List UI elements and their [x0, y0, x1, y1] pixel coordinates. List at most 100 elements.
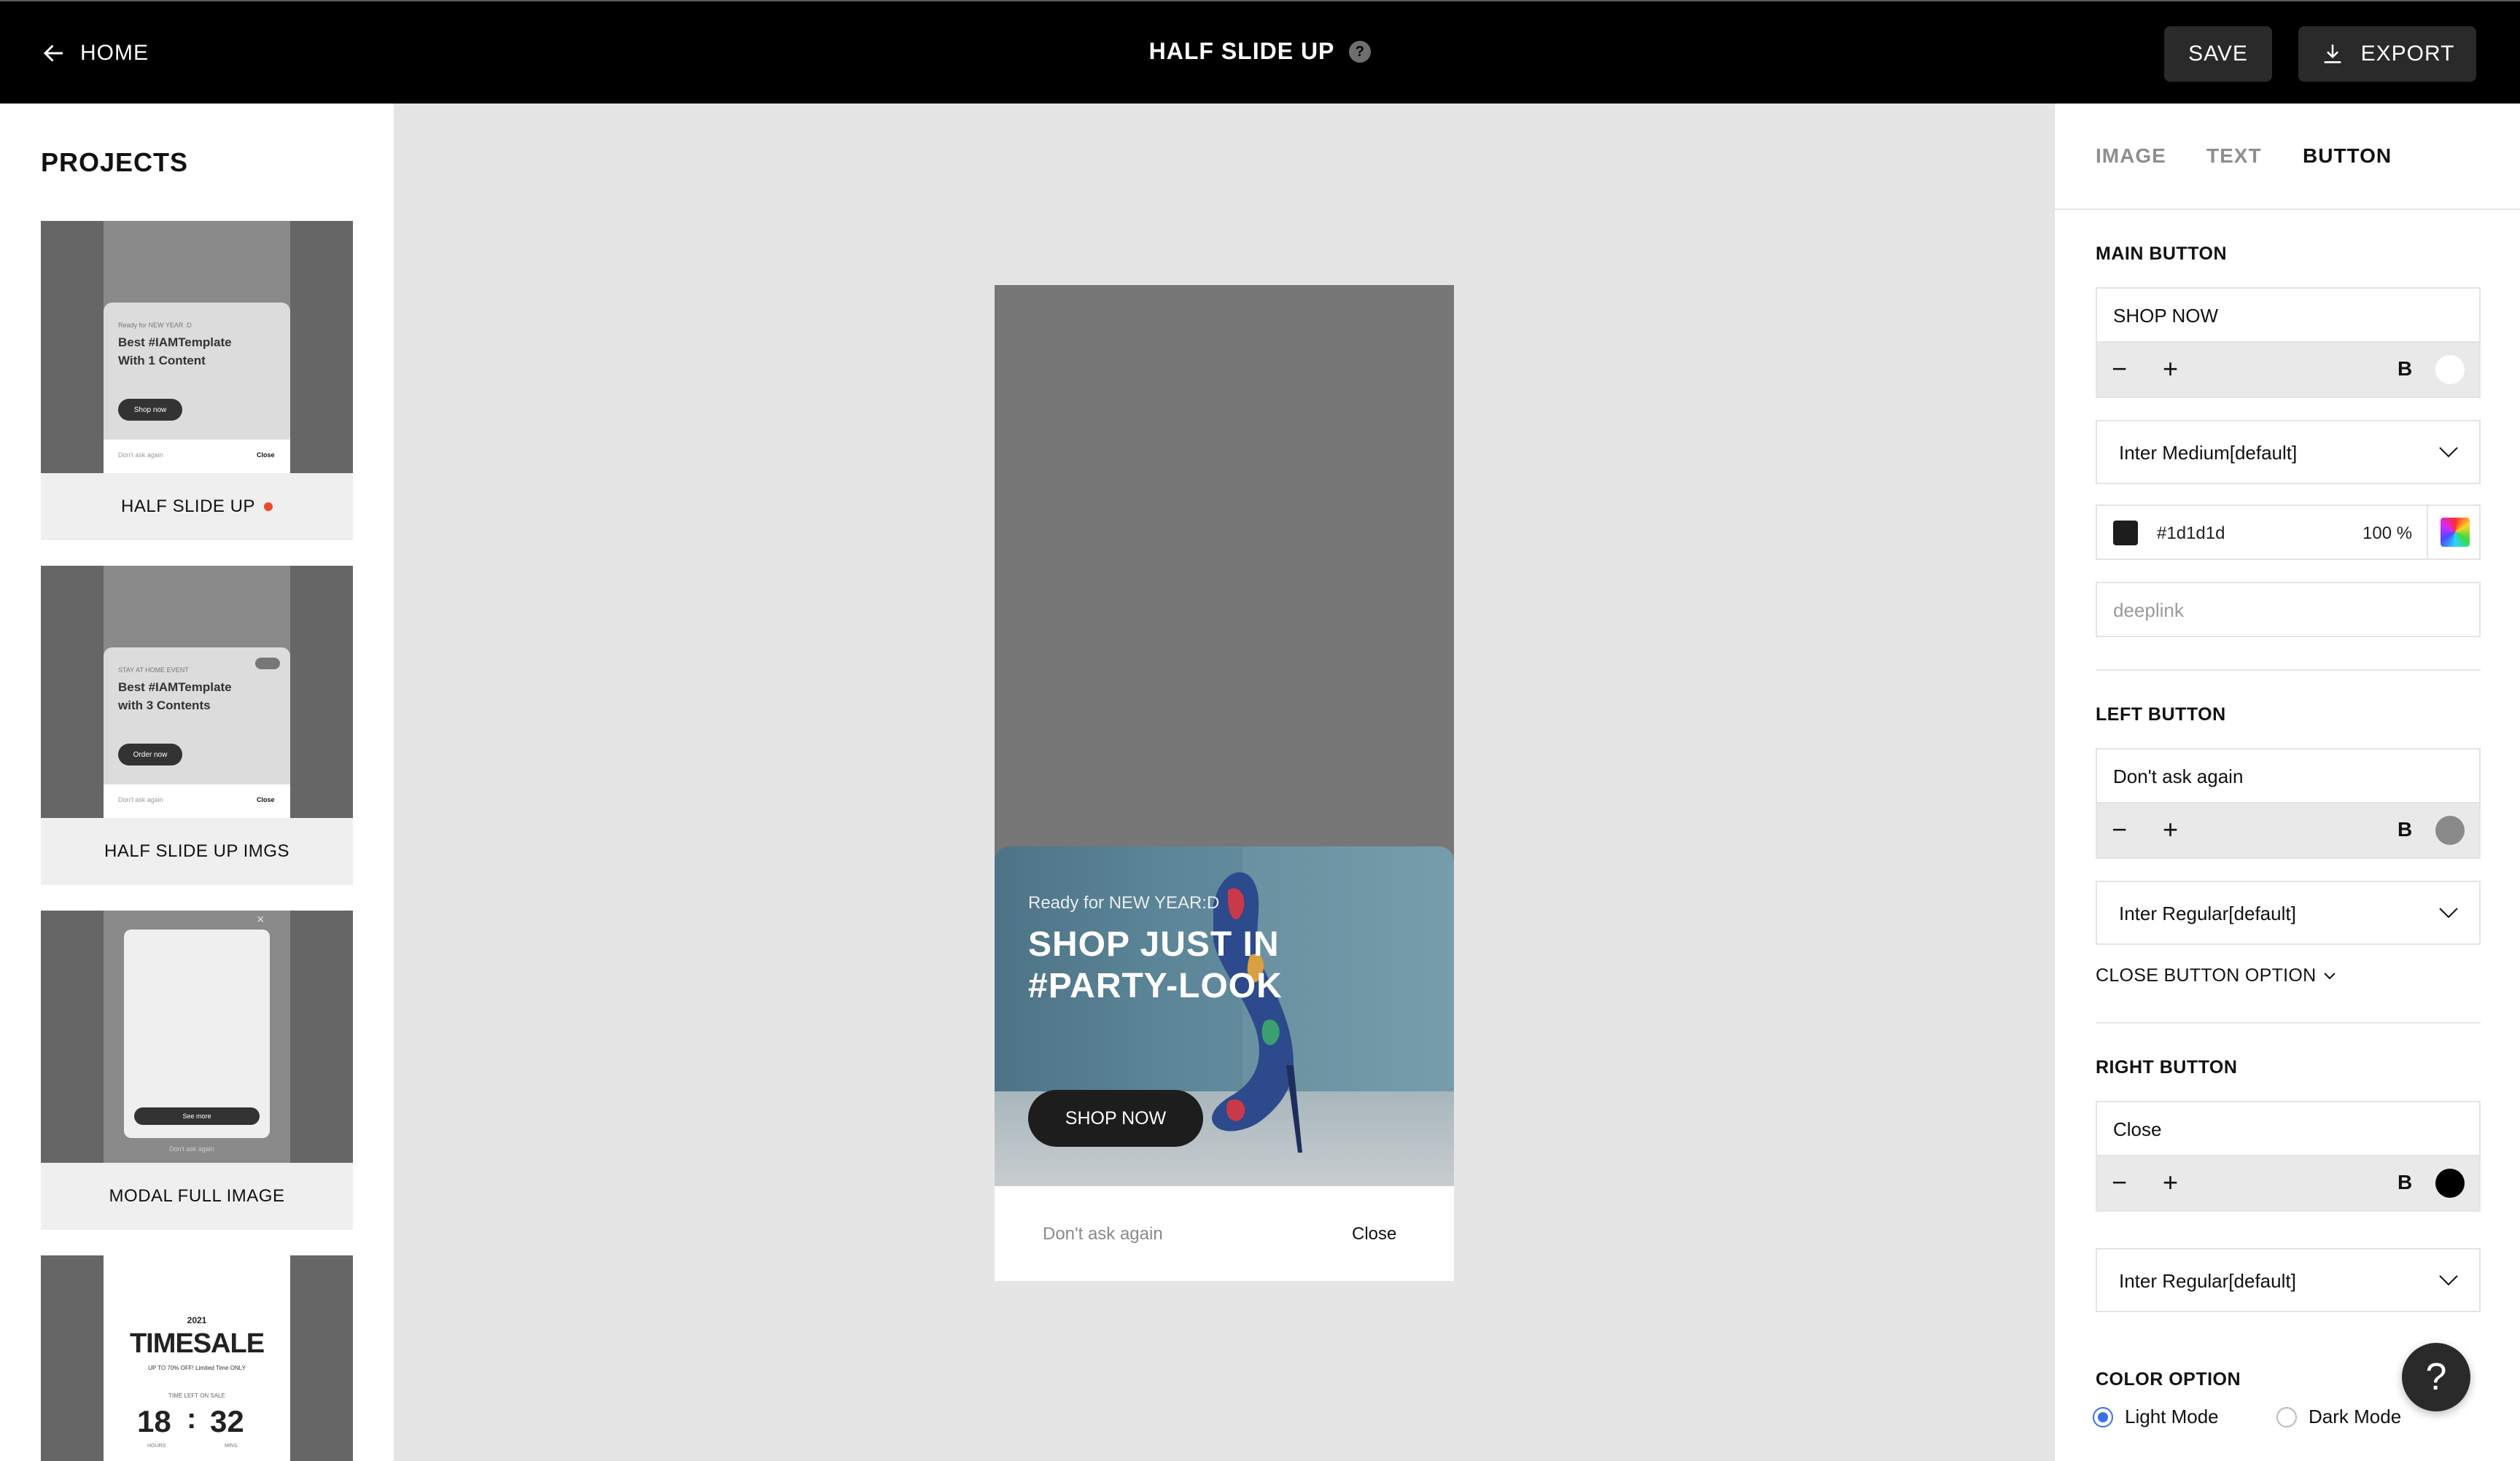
main-button-text-input[interactable]: SHOP NOW — [2096, 287, 2481, 343]
left-button-font-value: Inter Regular[default] — [2119, 903, 2296, 924]
chevron-down-icon — [2439, 908, 2458, 919]
hero-kicker: Ready for NEW YEAR:D — [1028, 893, 1220, 913]
increase-size-icon[interactable]: + — [2163, 815, 2178, 844]
project-label: HALF SLIDE UP — [41, 473, 353, 540]
main-button-font-value: Inter Medium[default] — [2119, 442, 2298, 464]
project-thumbnail: × See more Don't ask again — [41, 911, 353, 1163]
color-option-title: COLOR OPTION — [2096, 1369, 2241, 1390]
preview-footer: Don't ask again Close — [995, 1186, 1454, 1281]
dark-mode-label: Dark Mode — [2309, 1406, 2402, 1427]
projects-sidebar: PROJECTS Ready for NEW YEAR :D Best #IAM… — [0, 104, 394, 1461]
deeplink-placeholder: deeplink — [2113, 599, 2184, 621]
thumb-right-button: Close — [257, 451, 275, 459]
project-thumbnail: Ready for NEW YEAR :D Best #IAMTemplate … — [41, 221, 353, 473]
project-label: MODAL FULL IMAGE — [41, 1163, 353, 1230]
help-fab-button[interactable]: ? — [2402, 1343, 2470, 1411]
left-button-text-input[interactable]: Don't ask again — [2096, 748, 2481, 803]
chevron-down-icon — [2439, 1275, 2458, 1286]
project-card-timesale[interactable]: 2021 TIMESALE UP TO 70% OFF! Limited Tim… — [41, 1255, 353, 1461]
project-label: HALF SLIDE UP IMGS — [41, 818, 353, 885]
text-color-swatch[interactable] — [2435, 1169, 2465, 1198]
projects-title: PROJECTS — [41, 147, 189, 177]
color-picker-icon[interactable] — [2427, 506, 2481, 558]
text-color-swatch[interactable] — [2435, 816, 2465, 845]
project-thumbnail: 2021 TIMESALE UP TO 70% OFF! Limited Tim… — [41, 1255, 353, 1461]
help-icon[interactable]: ? — [1349, 41, 1372, 63]
right-button-text-value: Close — [2113, 1118, 2162, 1140]
increase-size-icon[interactable]: + — [2163, 354, 2178, 383]
hero-headline-line: #PARTY-LOOK — [1028, 967, 1283, 1005]
properties-panel: IMAGE TEXT BUTTON MAIN BUTTON SHOP NOW −… — [2053, 104, 2520, 1461]
bold-toggle[interactable]: B — [2398, 818, 2412, 841]
thumb-heading-line: Best #IAMTemplate — [118, 680, 232, 694]
thumb-heading: Best #IAMTemplate with 3 Contents — [118, 678, 232, 714]
tab-button[interactable]: BUTTON — [2303, 144, 2392, 168]
decrease-size-icon[interactable]: − — [2112, 354, 2127, 383]
decrease-size-icon[interactable]: − — [2112, 815, 2127, 844]
right-button-font-value: Inter Regular[default] — [2119, 1270, 2296, 1292]
phone-preview: Ready for NEW YEAR:D SHOP JUST IN #PARTY… — [995, 285, 1454, 1281]
project-card-half-slide-up[interactable]: Ready for NEW YEAR :D Best #IAMTemplate … — [41, 221, 353, 540]
text-color-swatch[interactable] — [2435, 355, 2465, 384]
thumb-kicker: STAY AT HOME EVENT — [118, 666, 189, 674]
right-button-title: RIGHT BUTTON — [2096, 1057, 2238, 1078]
page-title: HALF SLIDE UP? — [0, 38, 2520, 65]
hero-headline: SHOP JUST IN #PARTY-LOOK — [1028, 924, 1283, 1007]
top-bar: HOME HALF SLIDE UP? SAVE EXPORT — [0, 0, 2520, 104]
export-button[interactable]: EXPORT — [2298, 26, 2476, 82]
thumb-mins: 32 — [210, 1404, 244, 1438]
bold-toggle[interactable]: B — [2398, 1171, 2412, 1194]
tab-text[interactable]: TEXT — [2206, 144, 2262, 168]
right-button-toolbar: − + B — [2096, 1156, 2481, 1212]
increase-size-icon[interactable]: + — [2163, 1168, 2178, 1197]
bg-color-hex: #1d1d1d — [2157, 523, 2225, 543]
close-button-option-label: CLOSE BUTTON OPTION — [2096, 965, 2317, 986]
editor-canvas: Ready for NEW YEAR:D SHOP JUST IN #PARTY… — [394, 104, 2053, 1461]
thumb-button: Shop now — [118, 399, 182, 421]
deeplink-input[interactable]: deeplink — [2096, 582, 2481, 637]
thumb-close-icon: × — [257, 912, 265, 927]
right-button-text-input[interactable]: Close — [2096, 1101, 2481, 1156]
page-badge-icon — [255, 658, 280, 669]
thumb-button: Order now — [118, 744, 182, 765]
close-button[interactable]: Close — [1352, 1224, 1396, 1244]
main-button-font-select[interactable]: Inter Medium[default] — [2096, 420, 2481, 484]
decrease-size-icon[interactable]: − — [2112, 1168, 2127, 1197]
main-button-toolbar: − + B — [2096, 343, 2481, 398]
thumb-heading-line: with 3 Contents — [118, 698, 211, 712]
thumb-right-button: Close — [257, 796, 275, 803]
left-button-text-value: Don't ask again — [2113, 765, 2244, 787]
active-dot-icon — [263, 502, 273, 511]
page-title-text: HALF SLIDE UP — [1148, 38, 1335, 64]
light-mode-label: Light Mode — [2125, 1406, 2219, 1427]
main-button-color-field[interactable]: #1d1d1d 100 % — [2096, 504, 2481, 560]
radio-unselected-icon — [2276, 1406, 2297, 1427]
thumb-hours: 18 — [137, 1404, 171, 1438]
main-button-title: MAIN BUTTON — [2096, 244, 2228, 264]
dark-mode-radio[interactable]: Dark Mode — [2276, 1406, 2401, 1428]
light-mode-radio[interactable]: Light Mode — [2093, 1406, 2219, 1428]
thumb-heading-line: Best #IAMTemplate — [118, 335, 232, 349]
project-label-text: HALF SLIDE UP — [121, 496, 255, 516]
chevron-down-icon — [2439, 447, 2458, 458]
thumb-heading: Best #IAMTemplate With 1 Content — [118, 333, 232, 370]
hero-image[interactable]: Ready for NEW YEAR:D SHOP JUST IN #PARTY… — [995, 846, 1454, 1186]
dont-ask-again-button[interactable]: Don't ask again — [1043, 1224, 1163, 1244]
left-button-title: LEFT BUTTON — [2096, 704, 2226, 725]
project-card-modal-full-image[interactable]: × See more Don't ask again MODAL FULL IM… — [41, 911, 353, 1230]
tab-image[interactable]: IMAGE — [2096, 144, 2166, 168]
thumb-left-button: Don't ask again — [118, 451, 163, 459]
bold-toggle[interactable]: B — [2398, 357, 2412, 381]
close-button-option-toggle[interactable]: CLOSE BUTTON OPTION — [2096, 965, 2337, 986]
left-button-font-select[interactable]: Inter Regular[default] — [2096, 881, 2481, 945]
shop-now-button[interactable]: SHOP NOW — [1028, 1090, 1203, 1147]
bg-color-opacity: 100 % — [2362, 523, 2413, 543]
left-button-toolbar: − + B — [2096, 803, 2481, 859]
project-label-text: HALF SLIDE UP IMGS — [104, 841, 289, 861]
thumb-mins-label: MINS — [225, 1444, 238, 1449]
thumb-time-label: TIME LEFT ON SALE — [168, 1392, 225, 1399]
right-button-font-select[interactable]: Inter Regular[default] — [2096, 1248, 2481, 1312]
project-card-half-slide-up-imgs[interactable]: STAY AT HOME EVENT Best #IAMTemplate wit… — [41, 566, 353, 885]
save-button[interactable]: SAVE — [2164, 26, 2272, 82]
main-button-text-value: SHOP NOW — [2113, 305, 2218, 327]
